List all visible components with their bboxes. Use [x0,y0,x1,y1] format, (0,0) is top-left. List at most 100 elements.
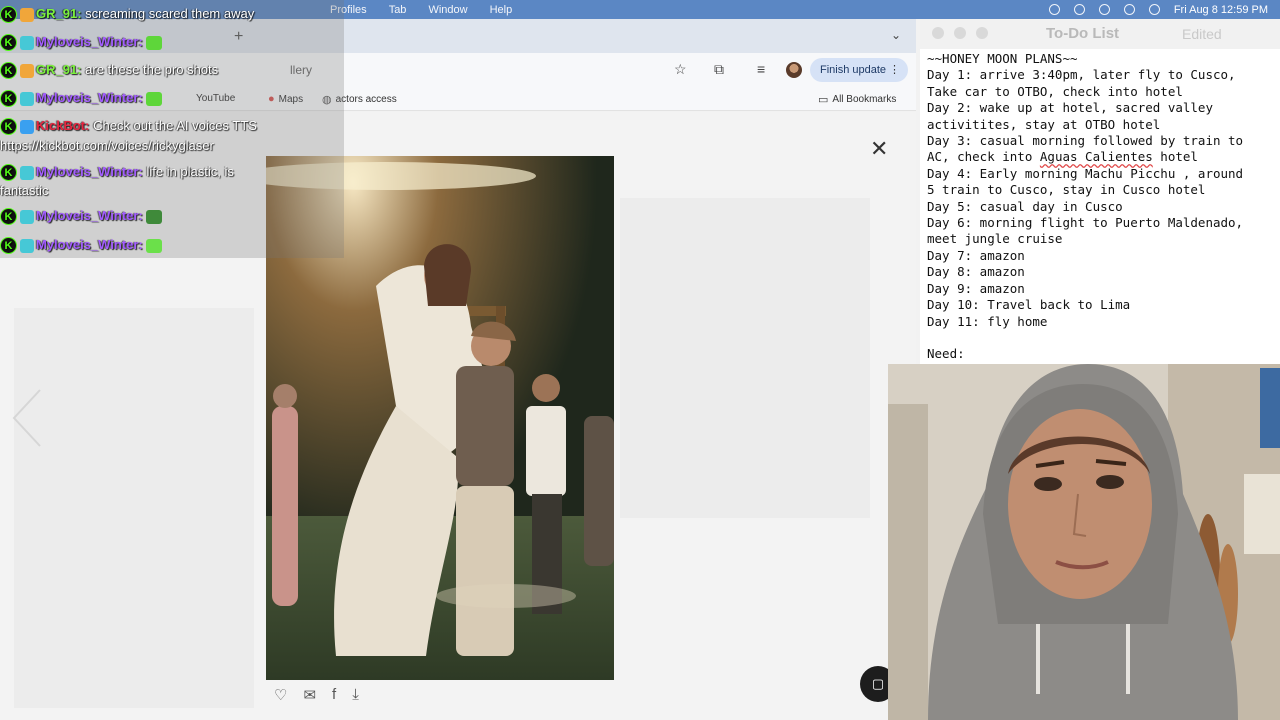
todo-line: Day 3: casual morning followed by train … [927,133,1244,149]
background-gallery-tile [620,198,870,518]
user-badge-icon [20,119,34,134]
kick-badge-icon: K [0,237,17,255]
more-menu-icon[interactable]: ⋮ [889,58,900,82]
chat-username[interactable]: GR_91: [36,62,82,77]
chat-message: K KickBot: Check out the AI voices TTS [0,116,257,136]
user-badge-icon [20,165,34,180]
bookmark-star-icon[interactable]: ☆ [674,61,687,78]
todo-line: AC, check into Aguas Calientes hotel [927,149,1198,165]
menu-item[interactable]: Tab [389,4,407,16]
chat-message: K Myloveis_Winter: [0,88,163,108]
todo-line: Day 9: amazon [927,280,1025,296]
chat-username[interactable]: GR_91: [36,6,82,21]
todo-line: Need: [927,346,965,362]
previous-photo-icon[interactable] [10,388,46,448]
todo-line: activitites, stay at OTBO hotel [927,116,1161,132]
todo-window-title: To-Do List [1046,25,1120,42]
todo-line: meet jungle cruise [927,231,1063,247]
download-icon[interactable]: ⤓ [352,686,359,704]
chat-message: K Myloveis_Winter: [0,206,163,226]
photo-actions: ♡ ✉ f ⤓ [274,686,359,704]
all-bookmarks-label: All Bookmarks [832,94,897,105]
kick-badge-icon: K [0,34,17,52]
all-bookmarks-button[interactable]: ▭ All Bookmarks [818,93,896,106]
todo-line: Day 1: arrive 3:40pm, later fly to Cusco… [927,67,1236,83]
tab-search-chevron-icon[interactable]: ⌄ [891,28,901,42]
chat-username[interactable]: KickBot: [36,118,89,133]
menu-item[interactable]: Window [428,4,467,16]
status-area: Fri Aug 8 12:59 PM [1048,0,1268,19]
status-icon[interactable] [1048,4,1060,15]
kick-badge-icon: K [0,6,17,24]
user-badge-icon [20,209,34,224]
todo-line: Day 8: amazon [927,264,1025,280]
user-badge-icon [20,238,34,253]
todo-line: Day 11: fly home [927,313,1048,329]
webcam-feed [888,364,1280,720]
spellcheck-underline: Aguas Calientes [1039,149,1153,165]
mail-icon[interactable]: ✉ [303,686,316,704]
profile-avatar[interactable] [786,62,802,78]
minimize-window-button[interactable] [954,27,966,39]
background-gallery-tile [14,308,254,708]
status-icon[interactable] [1073,4,1085,15]
media-controls-icon[interactable]: ≡ [757,61,765,77]
user-badge-icon [20,63,34,78]
webcam-illustration [888,364,1280,720]
chat-username[interactable]: Myloveis_Winter: [36,164,143,179]
chat-message-text: life in plastic, is [146,164,234,179]
user-badge-icon [20,35,34,50]
user-badge-icon [20,7,34,22]
finish-update-label: Finish update [820,64,887,76]
user-badge-icon [20,91,34,106]
chat-message: fantastic [0,181,48,200]
chat-message: K GR_91: are these the pro shots [0,60,219,80]
status-icon[interactable] [1098,4,1110,15]
smile-emote-icon [146,238,163,253]
chat-message: K Myloveis_Winter: [0,235,163,255]
todo-line: Day 10: Travel back to Lima [927,297,1131,313]
chat-message: K Myloveis_Winter: [0,32,163,52]
kick-badge-icon: K [0,62,17,80]
menu-bar-clock[interactable]: Fri Aug 8 12:59 PM [1174,4,1268,16]
chat-username[interactable]: Myloveis_Winter: [36,237,143,252]
chat-username[interactable]: Myloveis_Winter: [36,34,143,49]
todo-list-window: To-Do List Edited ~~HONEY MOON PLANS~~ Da… [920,19,1280,369]
close-lightbox-icon[interactable]: ✕ [870,138,888,160]
wifi-icon[interactable] [1123,4,1135,15]
chat-message-text: are these the pro shots [85,62,219,77]
kick-badge-icon: K [0,208,17,226]
cap-emote-icon [146,209,163,224]
todo-document-text[interactable]: ~~HONEY MOON PLANS~~ Day 1: arrive 3:40pm… [927,51,1243,363]
chat-username[interactable]: Myloveis_Winter: [36,90,143,105]
chat-message-text: https://kickbot.com/voices/rickyglaser [0,138,214,153]
extensions-icon[interactable]: ⧉ [714,61,724,78]
chat-bubble-icon: ▢ [871,676,885,691]
finish-update-button[interactable]: Finish update ⋮ [810,58,909,82]
chat-message-text: screaming scared them away [85,6,255,21]
frog-emote-icon [146,91,163,106]
folder-icon: ▭ [818,94,829,106]
bookmark-label: actors access [335,94,397,105]
todo-line: Day 5: casual day in Cusco [927,198,1123,214]
todo-line: Take car to OTBO, check into hotel [927,83,1183,99]
menu-items: Profiles Tab Window Help [330,0,512,19]
facebook-icon[interactable]: f [332,686,336,704]
todo-line: ~~HONEY MOON PLANS~~ [927,51,1078,66]
chat-message: K GR_91: screaming scared them away [0,4,255,24]
frog-emote-icon [146,35,163,50]
close-window-button[interactable] [932,27,944,39]
todo-line: Day 2: wake up at hotel, sacred valley [927,100,1213,116]
menu-item[interactable]: Help [490,4,513,16]
todo-line [927,330,1243,346]
kick-badge-icon: K [0,118,17,136]
todo-edited-status[interactable]: Edited [1182,26,1222,42]
zoom-window-button[interactable] [976,27,988,39]
search-icon[interactable] [1148,4,1160,15]
chat-message-text: fantastic [0,183,49,198]
chat-message: https://kickbot.com/voices/rickyglaser [0,136,214,155]
todo-titlebar: To-Do List Edited [920,19,1280,49]
chat-username[interactable]: Myloveis_Winter: [36,208,143,223]
heart-icon[interactable]: ♡ [274,686,287,704]
todo-line: Day 4: Early morning Machu Picchu , arou… [927,165,1244,181]
